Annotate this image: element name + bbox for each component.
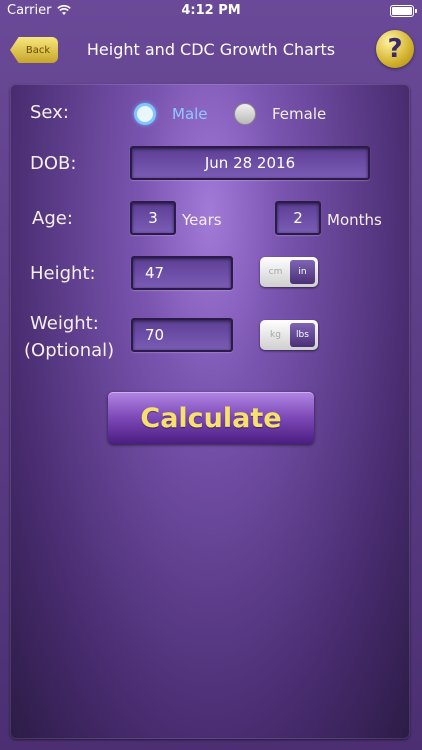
weight-field[interactable]: 70 (131, 318, 233, 352)
calculator-panel: Sex: Male Female DOB: Jun 28 2016 Age: 3… (10, 84, 410, 739)
unit-cm-option[interactable]: cm (263, 260, 288, 284)
calculate-button[interactable]: Calculate (108, 392, 314, 444)
radio-female[interactable] (234, 103, 256, 125)
battery-icon (390, 5, 417, 17)
height-label: Height: (30, 263, 96, 284)
age-months-label: Months (327, 211, 382, 229)
height-unit-toggle[interactable]: cm in (260, 257, 318, 287)
unit-lbs-option[interactable]: lbs (290, 323, 315, 347)
dob-field[interactable]: Jun 28 2016 (130, 146, 370, 180)
age-months-field[interactable]: 2 (275, 201, 321, 235)
question-mark-icon: ? (387, 34, 403, 64)
help-button[interactable]: ? (376, 30, 414, 68)
sex-label: Sex: (30, 102, 69, 123)
age-years-field[interactable]: 3 (130, 201, 176, 235)
app-screen: Carrier 4:12 PM Back Height and CDC Grow… (0, 0, 422, 750)
unit-kg-option[interactable]: kg (263, 323, 288, 347)
age-label: Age: (32, 208, 73, 229)
status-bar: Carrier 4:12 PM (0, 0, 422, 22)
status-time: 4:12 PM (181, 3, 241, 18)
nav-bar: Back Height and CDC Growth Charts ? (0, 22, 422, 80)
unit-in-option[interactable]: in (290, 260, 315, 284)
radio-female-label[interactable]: Female (272, 105, 326, 123)
weight-label: Weight: (30, 313, 99, 334)
height-field[interactable]: 47 (131, 256, 233, 290)
age-years-label: Years (182, 211, 222, 229)
weight-unit-toggle[interactable]: kg lbs (260, 320, 318, 350)
page-title: Height and CDC Growth Charts (86, 40, 336, 59)
back-button[interactable]: Back (10, 37, 58, 63)
dob-label: DOB: (30, 153, 77, 174)
radio-male[interactable] (134, 103, 156, 125)
radio-male-label[interactable]: Male (172, 105, 208, 123)
weight-optional-label: (Optional) (24, 340, 115, 361)
